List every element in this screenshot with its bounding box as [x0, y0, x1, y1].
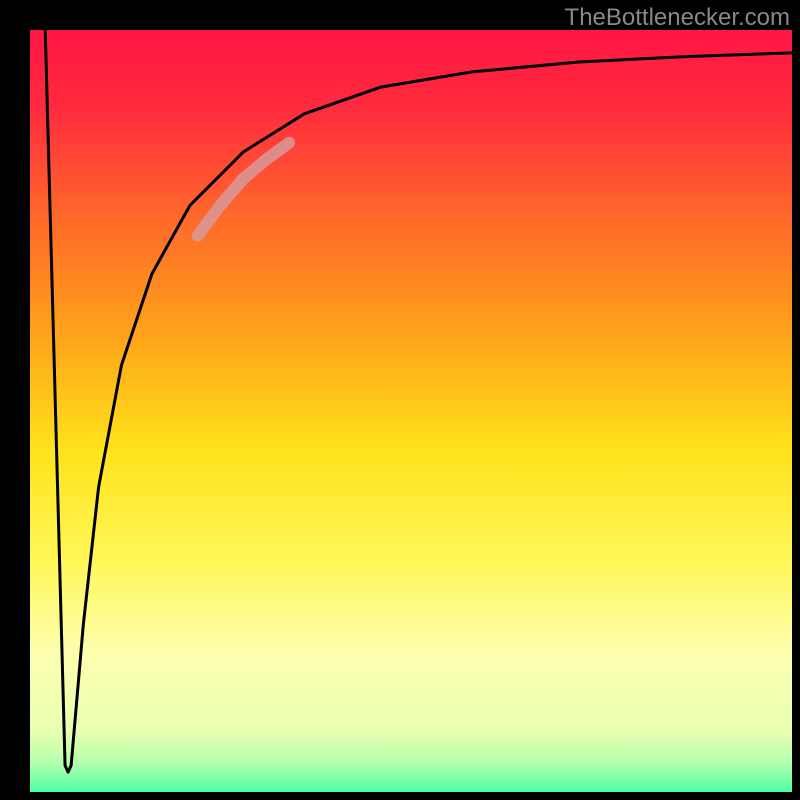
plot-background [30, 30, 792, 792]
bottleneck-chart [0, 0, 800, 800]
chart-container: TheBottlenecker.com [0, 0, 800, 800]
watermark-text: TheBottlenecker.com [565, 4, 790, 32]
